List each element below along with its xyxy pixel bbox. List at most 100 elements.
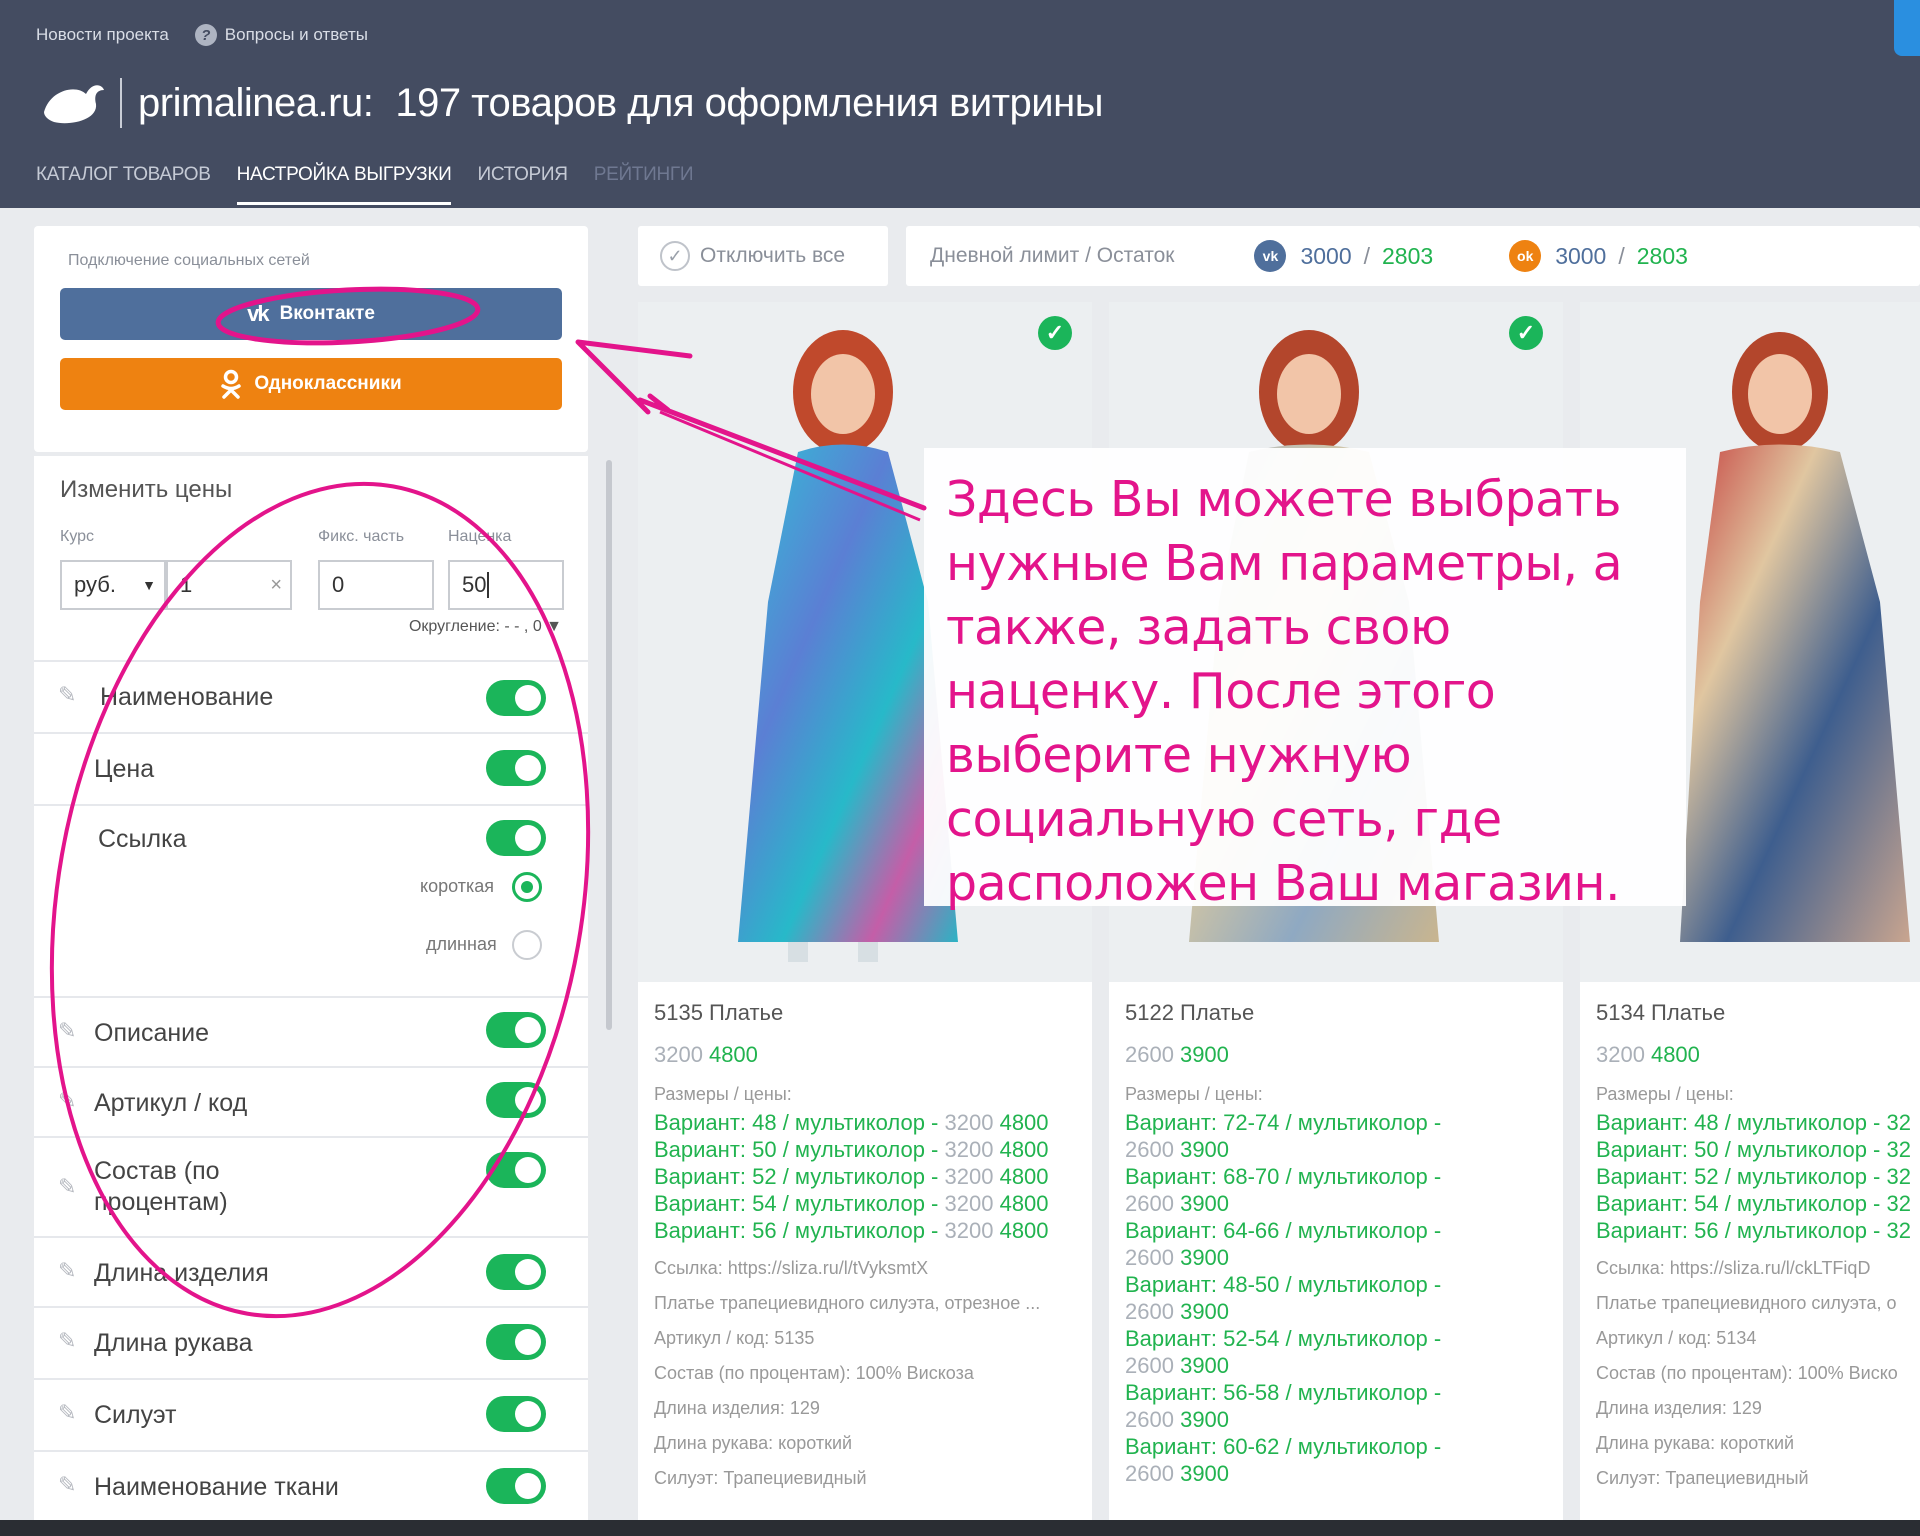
variant-new-price: 3900: [1180, 1245, 1230, 1270]
variant-line: Вариант: 68-70 / мультиколор -: [1125, 1164, 1442, 1189]
sizes-label: Размеры / цены:: [1596, 1084, 1734, 1104]
product-length: Длина изделия: 129: [654, 1398, 820, 1418]
option-toggle[interactable]: [486, 820, 546, 856]
new-price: 3900: [1179, 1042, 1229, 1067]
markup-input[interactable]: 50: [448, 560, 564, 610]
selected-check-icon[interactable]: ✓: [1509, 316, 1543, 350]
rounding-select[interactable]: Округление: - - , 0 ▼: [409, 618, 562, 636]
vk-limit: 3000: [1300, 242, 1352, 269]
product-card-2: 5122 Платье 2600 3900 Размеры / цены: Вар…: [1109, 982, 1563, 1520]
selected-check-icon[interactable]: ✓: [1038, 316, 1072, 350]
rate-input[interactable]: 1 ×: [166, 560, 292, 610]
pencil-icon[interactable]: ✎: [58, 1472, 76, 1498]
vk-connect-button[interactable]: vk Вконтакте: [60, 288, 562, 340]
vk-button-label: Вконтакте: [279, 303, 375, 324]
variant-line: Вариант: 48-50 / мультиколор -: [1125, 1272, 1442, 1297]
tab-export-settings[interactable]: НАСТРОЙКА ВЫГРУЗКИ: [236, 164, 452, 205]
link-short-label: короткая: [420, 876, 494, 896]
fixed-part-label: Фикс. часть: [318, 528, 405, 545]
pencil-icon[interactable]: ✎: [58, 1400, 76, 1426]
variant-price: 2600 3900: [1125, 1190, 1563, 1217]
sidebar-scrollbar[interactable]: [606, 460, 612, 1030]
old-price: 2600: [1125, 1042, 1174, 1067]
rate-label: Курс: [60, 528, 95, 545]
option-row-name: ✎ Наименование: [34, 660, 588, 732]
option-label: Длина изделия: [94, 1259, 269, 1287]
ok-connect-button[interactable]: Одноклассники: [60, 358, 562, 410]
header: Новости проекта ? Вопросы и ответы primal…: [0, 0, 1920, 208]
option-toggle[interactable]: [486, 1012, 546, 1048]
tab-catalog[interactable]: КАТАЛОГ ТОВАРОВ: [36, 164, 211, 205]
currency-select[interactable]: руб. ▼: [60, 560, 166, 610]
currency-value: руб.: [74, 572, 116, 597]
fixed-part-value: 0: [332, 572, 345, 597]
option-toggle[interactable]: [486, 750, 546, 786]
social-connect-card: Подключение социальных сетей vk Вконтакт…: [34, 226, 588, 452]
tab-history[interactable]: ИСТОРИЯ: [477, 164, 568, 205]
variant-new-price: 4800: [999, 1164, 1049, 1189]
option-toggle[interactable]: [486, 1082, 546, 1118]
old-price: 3200: [1596, 1042, 1645, 1067]
top-right-button[interactable]: [1894, 0, 1920, 56]
news-link[interactable]: Новости проекта: [36, 24, 169, 46]
option-toggle[interactable]: [486, 1254, 546, 1290]
product-link[interactable]: Ссылка: https://sliza.ru/l/tVyksmtX: [654, 1258, 1092, 1279]
pencil-icon[interactable]: ✎: [58, 1174, 76, 1200]
variant-new-price: 4800: [999, 1218, 1049, 1243]
option-row-silhouette: ✎ Силуэт: [34, 1378, 588, 1450]
new-price: 4800: [708, 1042, 758, 1067]
variant-new-price: 4800: [999, 1191, 1049, 1216]
fixed-part-input[interactable]: 0: [318, 560, 434, 610]
clear-icon[interactable]: ×: [270, 574, 282, 597]
variant-line: Вариант: 64-66 / мультиколор -: [1125, 1218, 1442, 1243]
option-row-article: ✎ Артикул / код: [34, 1066, 588, 1136]
variant-new-price: 4800: [999, 1137, 1049, 1162]
variant-old-price: 2600: [1125, 1299, 1174, 1324]
disable-all-button[interactable]: ✓ Отключить все: [638, 226, 888, 286]
option-toggle[interactable]: [486, 680, 546, 716]
new-price: 4800: [1650, 1042, 1700, 1067]
sizes-label: Размеры / цены:: [1125, 1084, 1263, 1104]
variant-line: Вариант: 56 / мультиколор - 32: [1596, 1218, 1911, 1243]
sizes-label: Размеры / цены:: [654, 1084, 792, 1104]
product-description: Платье трапециевидного силуэта, о: [1596, 1293, 1897, 1313]
variant-text: Вариант: 56 / мультиколор -: [654, 1218, 945, 1243]
product-link[interactable]: Ссылка: https://sliza.ru/l/ckLTFiqD: [1596, 1258, 1920, 1279]
help-icon: ?: [194, 24, 217, 46]
option-toggle[interactable]: [486, 1468, 546, 1504]
variant-line: Вариант: 52 / мультиколор - 32: [1596, 1164, 1911, 1189]
variant-old-price: 2600: [1125, 1407, 1174, 1432]
option-toggle[interactable]: [486, 1396, 546, 1432]
variant-line: Вариант: 50 / мультиколор - 32: [1596, 1137, 1911, 1162]
faq-link[interactable]: ? Вопросы и ответы: [194, 24, 368, 46]
variant-line: Вариант: 54 / мультиколор - 3200 4800: [654, 1190, 1092, 1217]
product-card-1: 5135 Платье 3200 4800 Размеры / цены: Вар…: [638, 982, 1092, 1520]
variant-line: Вариант: 48 / мультиколор - 3200 4800: [654, 1109, 1092, 1136]
top-links: Новости проекта ? Вопросы и ответы: [36, 24, 368, 46]
social-caption: Подключение социальных сетей: [68, 252, 310, 269]
variant-price: 2600 3900: [1125, 1352, 1563, 1379]
domain-label: primalinea.ru:: [138, 80, 374, 125]
variant-old-price: 3200: [944, 1218, 994, 1243]
odnoklassniki-icon: ok: [1509, 240, 1542, 272]
option-toggle[interactable]: [486, 1324, 546, 1360]
link-long-radio[interactable]: [512, 930, 542, 960]
pencil-icon[interactable]: ✎: [58, 1258, 76, 1284]
product-article: Артикул / код: 5135: [654, 1328, 815, 1348]
option-label: Описание: [94, 1019, 210, 1047]
variant-text: Вариант: 50 / мультиколор -: [654, 1137, 945, 1162]
product-prices: 2600 3900: [1125, 1042, 1563, 1068]
pencil-icon[interactable]: ✎: [58, 1088, 76, 1114]
pencil-icon[interactable]: ✎: [58, 1018, 76, 1044]
option-row-description: ✎ Описание: [34, 996, 588, 1066]
variant-line: Вариант: 50 / мультиколор - 3200 4800: [654, 1136, 1092, 1163]
product-title: 5122 Платье: [1125, 1000, 1255, 1025]
pencil-icon[interactable]: ✎: [58, 682, 76, 708]
odnoklassniki-icon: [221, 369, 242, 399]
variant-line: Вариант: 52-54 / мультиколор -: [1125, 1326, 1442, 1351]
separator: /: [1618, 242, 1625, 269]
pencil-icon[interactable]: ✎: [58, 1328, 76, 1354]
link-short-radio[interactable]: [512, 872, 542, 902]
option-toggle[interactable]: [486, 1152, 546, 1188]
variant-line: Вариант: 56 / мультиколор - 3200 4800: [654, 1217, 1092, 1244]
